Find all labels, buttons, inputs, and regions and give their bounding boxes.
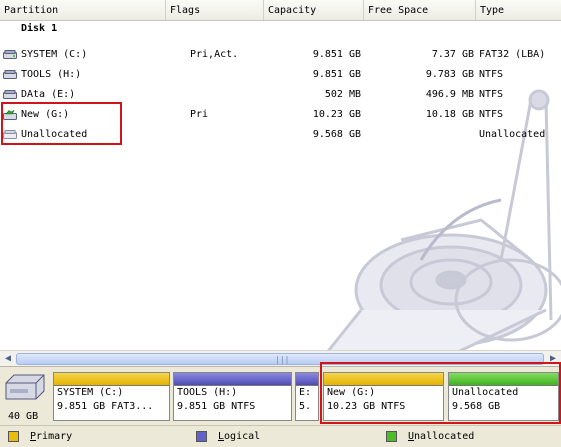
partition-capacity: 10.23 GB bbox=[312, 109, 361, 120]
partition-flags: Pri,Act. bbox=[190, 49, 239, 60]
disk-summary[interactable]: 40 GB bbox=[2, 371, 48, 423]
scroll-grip-icon: ||| bbox=[275, 355, 290, 364]
partition-flags: Pri bbox=[190, 109, 209, 120]
diskmap-line1: SYSTEM (C:) bbox=[57, 387, 124, 398]
horizontal-scrollbar[interactable]: ◀ ||| ▶ bbox=[0, 350, 561, 366]
diskmap-line2: 9.851 GB NTFS bbox=[177, 401, 256, 412]
diskmap-line1: E: bbox=[299, 387, 312, 398]
partition-type: FAT32 (LBA) bbox=[479, 49, 546, 60]
partition-row[interactable]: SYSTEM (C:) Pri,Act. 9.851 GB 7.37 GB FA… bbox=[0, 45, 561, 65]
partition-free-space: 496.9 MB bbox=[425, 89, 474, 100]
partition-name: Unallocated bbox=[21, 129, 88, 140]
legend-logical-label: Logical bbox=[218, 431, 261, 442]
diskmap-line1: Unallocated bbox=[452, 387, 519, 398]
partition-type: NTFS bbox=[479, 89, 504, 100]
partition-list[interactable]: Disk 1 SYSTEM (C:) Pri,Act. 9.851 GB 7.3… bbox=[0, 20, 561, 350]
scroll-thumb[interactable]: ||| bbox=[16, 353, 544, 365]
scroll-right-arrow-icon[interactable]: ▶ bbox=[546, 352, 560, 365]
partition-row[interactable]: DAta (E:) 502 MB 496.9 MB NTFS bbox=[0, 85, 561, 105]
column-capacity[interactable]: Capacity bbox=[264, 0, 364, 20]
partition-row[interactable]: New (G:) Pri 10.23 GB 10.18 GB NTFS bbox=[0, 105, 561, 125]
legend: Primary Logical Unallocated bbox=[0, 425, 561, 447]
column-type[interactable]: Type bbox=[476, 0, 561, 20]
column-free-space[interactable]: Free Space bbox=[364, 0, 476, 20]
partition-bar bbox=[324, 373, 443, 386]
column-type-label: Type bbox=[480, 5, 505, 16]
diskmap-partition-system[interactable]: SYSTEM (C:) 9.851 GB FAT3... bbox=[53, 372, 170, 421]
partition-name: SYSTEM (C:) bbox=[21, 49, 88, 60]
diskmap-partition-new[interactable]: New (G:) 10.23 GB NTFS bbox=[323, 372, 444, 421]
partition-capacity: 9.851 GB bbox=[312, 49, 361, 60]
partition-row[interactable]: Unallocated 9.568 GB Unallocated bbox=[0, 125, 561, 145]
drive-icon bbox=[3, 50, 17, 59]
partition-name: TOOLS (H:) bbox=[21, 69, 82, 80]
partition-bar bbox=[296, 373, 318, 386]
partition-name: New (G:) bbox=[21, 109, 70, 120]
new-drive-icon bbox=[3, 110, 17, 120]
diskmap-line2: 10.23 GB NTFS bbox=[327, 401, 406, 412]
legend-unallocated-label: Unallocated bbox=[408, 431, 475, 442]
diskmap-partition-tools[interactable]: TOOLS (H:) 9.851 GB NTFS bbox=[173, 372, 292, 421]
partition-free-space: 10.18 GB bbox=[425, 109, 474, 120]
partition-type: NTFS bbox=[479, 109, 504, 120]
scroll-left-arrow-icon[interactable]: ◀ bbox=[1, 352, 15, 365]
legend-primary-swatch bbox=[8, 431, 19, 442]
column-header: Partition Flags Capacity Free Space Type bbox=[0, 0, 561, 21]
disk-map: 40 GB SYSTEM (C:) 9.851 GB FAT3... TOOLS… bbox=[0, 366, 561, 425]
column-partition[interactable]: Partition bbox=[0, 0, 166, 20]
column-capacity-label: Capacity bbox=[268, 5, 317, 16]
diskmap-partition-unallocated[interactable]: Unallocated 9.568 GB bbox=[448, 372, 559, 421]
drive-icon bbox=[3, 90, 17, 99]
partition-name: DAta (E:) bbox=[21, 89, 76, 100]
diskmap-line2: 9.568 GB bbox=[452, 401, 501, 412]
diskmap-line1: New (G:) bbox=[327, 387, 376, 398]
partition-row[interactable]: TOOLS (H:) 9.851 GB 9.783 GB NTFS bbox=[0, 65, 561, 85]
partition-free-space: 9.783 GB bbox=[425, 69, 474, 80]
legend-unallocated-swatch bbox=[386, 431, 397, 442]
column-flags-label: Flags bbox=[170, 5, 201, 16]
disk-title: Disk 1 bbox=[21, 23, 58, 34]
column-free-space-label: Free Space bbox=[368, 5, 429, 16]
unallocated-icon bbox=[3, 130, 17, 139]
diskmap-line1: TOOLS (H:) bbox=[177, 387, 238, 398]
hard-disk-icon bbox=[5, 374, 45, 400]
diskmap-line2: 5. bbox=[299, 401, 312, 412]
column-partition-label: Partition bbox=[4, 5, 59, 16]
column-flags[interactable]: Flags bbox=[166, 0, 264, 20]
partition-free-space: 7.37 GB bbox=[431, 49, 474, 60]
drive-icon bbox=[3, 70, 17, 79]
disk-size-label: 40 GB bbox=[8, 411, 39, 422]
partition-type: Unallocated bbox=[479, 129, 546, 140]
partition-bar bbox=[449, 373, 558, 386]
partition-capacity: 9.568 GB bbox=[312, 129, 361, 140]
legend-primary-label: Primary bbox=[30, 431, 73, 442]
partition-capacity: 502 MB bbox=[324, 89, 361, 100]
legend-logical-swatch bbox=[196, 431, 207, 442]
partition-bar bbox=[174, 373, 291, 386]
diskmap-line2: 9.851 GB FAT3... bbox=[57, 401, 154, 412]
partition-type: NTFS bbox=[479, 69, 504, 80]
partition-bar bbox=[54, 373, 169, 386]
diskmap-partition-data[interactable]: E: 5. bbox=[295, 372, 319, 421]
partition-capacity: 9.851 GB bbox=[312, 69, 361, 80]
